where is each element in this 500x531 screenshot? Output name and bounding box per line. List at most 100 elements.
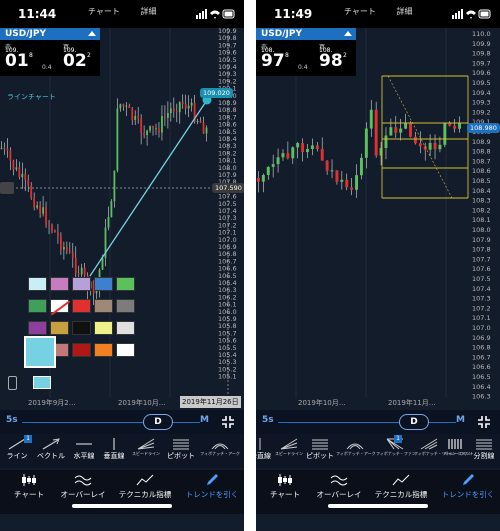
candle-body	[80, 267, 83, 275]
y-axis-label: 107.6	[472, 265, 491, 273]
candle-body	[330, 170, 334, 172]
tool-vector[interactable]: ベクトル	[34, 434, 68, 468]
tool-pivot[interactable]: ピボット	[306, 434, 334, 468]
palette-swatch[interactable]	[116, 343, 135, 357]
crosshair-handle[interactable]	[0, 182, 14, 194]
palette-swatch[interactable]	[94, 299, 113, 313]
nav-overlay[interactable]: オーバーレイ	[58, 473, 108, 500]
tool-fibonacci-fan[interactable]: 1 フィボナッチ・ファン	[376, 434, 416, 468]
y-axis-label: 108.2	[472, 206, 491, 214]
timeframe-slider[interactable]: 5s D M	[0, 410, 244, 434]
palette-swatch[interactable]	[72, 299, 91, 313]
tool-fibonacci-arc[interactable]: フィボナッチ・アーク	[198, 434, 242, 468]
quote-panel[interactable]: USD/JPY 売 109. 01 8 0.4 買 109. 02 2	[0, 28, 100, 76]
tool-vertical-line[interactable]: 垂直線	[100, 434, 128, 468]
lock-icon[interactable]	[8, 376, 17, 390]
tab-detail[interactable]: 詳細	[396, 7, 412, 16]
pair-selector[interactable]: USD/JPY	[0, 28, 100, 40]
nav-draw-trend[interactable]: トレンドを引く	[182, 473, 242, 500]
candle-body	[276, 157, 280, 165]
palette-swatch[interactable]	[116, 321, 135, 335]
drawing-tools[interactable]: 垂直線 スピードライン ピボット フィボナッチ・アーク 1 フィボナッチ・ファン…	[256, 434, 500, 468]
palette-swatch[interactable]	[50, 277, 69, 291]
collapse-icon[interactable]	[220, 414, 236, 430]
palette-swatch[interactable]	[72, 321, 91, 335]
pencil-icon	[207, 474, 218, 485]
buy-price[interactable]: 98	[319, 51, 343, 71]
palette-swatch[interactable]	[50, 321, 69, 335]
candle-body	[169, 108, 172, 114]
nav-draw-trend[interactable]: トレンドを引く	[438, 473, 498, 500]
candle-body	[12, 160, 15, 170]
drawing-tools[interactable]: 1 ライン ベクトル 水平線 垂直線 スピードライン ピボット フィボナッチ・ア…	[0, 434, 244, 468]
tab-detail[interactable]: 詳細	[140, 7, 156, 16]
tool-divider-lines[interactable]: 分割線	[468, 434, 500, 468]
candle-body	[33, 197, 36, 208]
candlestick-icon	[22, 474, 36, 486]
palette-swatch[interactable]	[94, 321, 113, 335]
slider-track[interactable]	[22, 422, 200, 423]
sell-pip: 8	[29, 52, 33, 59]
fill-color-swatch[interactable]	[33, 376, 51, 389]
bottom-nav[interactable]: チャート オーバーレイ テクニカル指標 トレンドを引く	[256, 470, 500, 514]
tool-fibonacci-arc[interactable]: フィボナッチ・アーク	[336, 434, 376, 468]
tab-chart[interactable]: チャート	[344, 7, 376, 16]
y-axis-label: 107.7	[472, 255, 491, 263]
right-chart[interactable]: 110.0 109.9 109.8109.7 109.6 109.5 109.4 109.3…	[256, 28, 500, 408]
tool-speed-line[interactable]: スピードライン	[128, 434, 164, 468]
selected-color-swatch[interactable]	[24, 336, 56, 368]
chart-area[interactable]: 110.0 109.9 109.8 109.7 109.6 109.5 109.4 109.3…	[256, 28, 500, 408]
candle-body	[202, 122, 205, 134]
horizontal-line-icon	[76, 443, 92, 445]
nav-overlay[interactable]: オーバーレイ	[314, 473, 364, 500]
nav-chart[interactable]: チャート	[268, 473, 302, 500]
tool-vertical-line[interactable]: 垂直線	[256, 434, 271, 468]
y-axis-label: 107.4	[472, 285, 491, 293]
tool-gann-fan[interactable]: ギャン・ファン	[444, 434, 472, 468]
candle-body	[187, 105, 190, 109]
tab-chart[interactable]: チャート	[88, 7, 120, 16]
sell-price[interactable]: 97	[261, 51, 285, 71]
palette-swatch[interactable]	[116, 299, 135, 313]
pair-selector[interactable]: USD/JPY	[256, 28, 356, 40]
candle-body	[149, 126, 151, 131]
y-axis-label: 106.6	[472, 363, 491, 371]
palette-swatch[interactable]	[72, 277, 91, 291]
candle-body	[190, 102, 193, 106]
tool-speed-line[interactable]: スピードライン	[272, 434, 306, 468]
tool-horizontal-line[interactable]: 水平線	[70, 434, 98, 468]
collapse-icon[interactable]	[476, 414, 492, 430]
palette-swatch[interactable]	[72, 343, 91, 357]
tool-fibonacci-retracement[interactable]: フィボナッチ・リトレースメント	[414, 434, 474, 468]
y-axis-label: 107.1	[472, 314, 491, 322]
slider-knob[interactable]: D	[399, 414, 429, 430]
slider-knob[interactable]: D	[143, 414, 173, 430]
palette-swatch[interactable]	[94, 343, 113, 357]
buy-price[interactable]: 02	[63, 51, 87, 71]
palette-swatch[interactable]	[50, 299, 71, 316]
candle-body	[116, 108, 119, 171]
quote-panel[interactable]: USD/JPY 売 108. 97 8 0.4 買 108. 98 2	[256, 28, 356, 76]
candle-body	[355, 175, 359, 190]
y-axis-label: 109.6	[472, 69, 491, 77]
nav-chart[interactable]: チャート	[12, 473, 46, 500]
bottom-nav[interactable]: チャート オーバーレイ テクニカル指標 トレンドを引く	[0, 470, 244, 514]
slider-track[interactable]	[278, 422, 456, 423]
candle-body	[131, 108, 134, 121]
candle-body	[205, 127, 208, 134]
tool-line[interactable]: 1 ライン	[2, 434, 32, 468]
palette-swatch[interactable]	[116, 277, 135, 291]
palette-swatch[interactable]	[28, 299, 47, 313]
nav-technical-indicators[interactable]: テクニカル指標	[370, 473, 432, 500]
tool-pivot[interactable]: ピボット	[166, 434, 196, 468]
palette-swatch[interactable]	[94, 277, 113, 291]
palette-swatch[interactable]	[28, 277, 47, 291]
sell-price[interactable]: 01	[5, 51, 29, 71]
clock: 11:44	[18, 7, 57, 21]
candle-body	[325, 160, 329, 171]
palette-swatch[interactable]	[28, 321, 47, 335]
timeframe-slider[interactable]: 5s D M	[256, 410, 500, 434]
nav-technical-indicators[interactable]: テクニカル指標	[114, 473, 176, 500]
tool-badge: 1	[394, 435, 402, 443]
candle-body	[18, 167, 21, 178]
